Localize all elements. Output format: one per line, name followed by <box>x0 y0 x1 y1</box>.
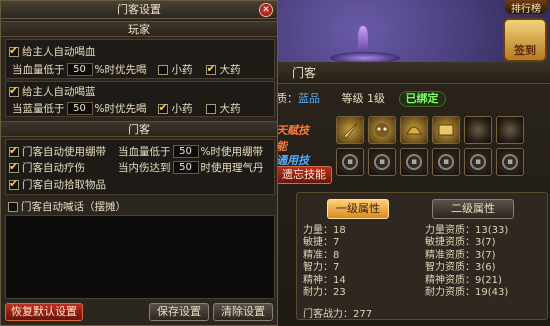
shout-message-textarea[interactable] <box>5 215 275 299</box>
hp-threshold-row: 当血量低于 50 %时优先喝 小药 大药 <box>12 62 240 77</box>
empty-skill-slot[interactable] <box>464 116 492 144</box>
mp-threshold-input[interactable]: 50 <box>66 102 93 115</box>
hp-auto-checkbox[interactable] <box>9 44 19 57</box>
mk-heal-checkbox[interactable] <box>9 160 19 173</box>
locked-skill-slot[interactable]: ▪ <box>336 148 364 176</box>
attribute-row: 智力：7 <box>303 262 340 274</box>
helmet-icon <box>406 126 422 135</box>
beast-icon <box>375 123 389 137</box>
talent-skill-slot[interactable] <box>400 116 428 144</box>
mk-panel-title: 门客 <box>276 62 550 84</box>
lock-icon: ▪ <box>342 154 358 170</box>
dialog-title: 门客设置 <box>1 1 277 19</box>
mk-bandage-option[interactable]: 门客自动使用绷带 <box>9 144 106 159</box>
quality-label: 质： <box>276 92 298 105</box>
lock-icon: ▪ <box>438 154 454 170</box>
signin-event-icon[interactable]: 签到 <box>503 18 547 62</box>
aptitude-row: 耐力资质：19(43) <box>425 287 509 299</box>
attribute-row: 力量：18 <box>303 225 346 236</box>
mk-bandage-threshold-row: 当血量低于 50 %时使用绷带 <box>118 145 263 158</box>
level-label: 等级 <box>341 92 364 105</box>
attribute-row: 精准：8 <box>303 249 340 261</box>
tab-primary-attributes[interactable]: 一级属性 <box>327 199 389 219</box>
lock-icon: ▪ <box>470 154 486 170</box>
talent-skill-row <box>336 116 524 144</box>
mp-small-potion-checkbox[interactable] <box>158 101 169 114</box>
talent-skill-slot[interactable] <box>336 116 364 144</box>
mp-threshold-row: 当蓝量低于 50 %时优先喝 小药 大药 <box>12 101 240 116</box>
combat-power: 门客战力：277 <box>303 309 373 320</box>
mk-pickup-option[interactable]: 门客自动拾取物品 <box>9 177 106 192</box>
mk-settings-dialog: 门客设置 ✕ 玩家 给主人自动喝血 当血量低于 50 %时优先喝 小药 大药 给… <box>0 0 278 326</box>
save-settings-button[interactable]: 保存设置 <box>149 303 209 321</box>
bind-status-badge: 已绑定 <box>398 91 446 107</box>
tab-secondary-attributes[interactable]: 二级属性 <box>432 199 514 219</box>
hp-auto-option[interactable]: 给主人自动喝血 <box>9 44 96 59</box>
mk-shout-checkbox[interactable] <box>8 201 18 212</box>
aptitude-list: 力量资质：13(33) 敏捷资质：3(7) 精准资质：3(7) 智力资质：3(6… <box>425 225 508 299</box>
mk-heal-option[interactable]: 门客自动疗伤 <box>9 160 85 175</box>
locked-skill-slot[interactable]: ▪ <box>400 148 428 176</box>
attribute-row: 敏捷：7 <box>303 237 340 249</box>
mk-pickup-checkbox[interactable] <box>9 177 19 190</box>
locked-skill-slot[interactable]: ▪ <box>496 148 524 176</box>
hp-option-box: 给主人自动喝血 当血量低于 50 %时优先喝 小药 大药 <box>5 39 275 79</box>
primary-attribute-list: 力量：18 敏捷：7 精准：8 智力：7 精神：14 耐力：23 <box>303 225 346 299</box>
hp-big-potion-checkbox[interactable] <box>206 62 217 75</box>
scroll-icon <box>438 124 454 136</box>
aptitude-row: 力量资质：13(33) <box>425 225 509 236</box>
mk-heal-threshold-row: 当内伤达到 50 时使用理气丹 <box>118 161 264 174</box>
mk-bandage-checkbox[interactable] <box>9 144 19 157</box>
mp-auto-option[interactable]: 给主人自动喝蓝 <box>9 84 96 99</box>
level-value: 1级 <box>367 92 385 105</box>
hp-threshold-input[interactable]: 50 <box>66 63 93 76</box>
mk-info-panel: 门客 质：蓝品 等级 1级 已绑定 天赋技能 通用技能 ▪ ▪ ▪ ▪ ▪ ▪ … <box>275 62 550 326</box>
talent-skill-slot[interactable] <box>368 116 396 144</box>
lock-icon: ▪ <box>374 154 390 170</box>
locked-skill-slot[interactable]: ▪ <box>368 148 396 176</box>
forget-skill-button[interactable]: 遗忘技能 <box>276 166 332 184</box>
general-skill-row: ▪ ▪ ▪ ▪ ▪ ▪ <box>336 148 524 176</box>
talent-skill-label: 天赋技能 <box>276 124 309 153</box>
attribute-row: 精神：14 <box>303 274 346 286</box>
aptitude-row: 精神资质：9(21) <box>425 274 502 286</box>
reset-default-button[interactable]: 恢复默认设置 <box>5 303 83 321</box>
aptitude-row: 精准资质：3(7) <box>425 249 496 261</box>
mk-option-box: 门客自动使用绷带 当血量低于 50 %时使用绷带 门客自动疗伤 当内伤达到 50… <box>5 139 275 195</box>
lock-icon: ▪ <box>502 154 518 170</box>
mk-info-row: 质：蓝品 等级 1级 已绑定 <box>276 90 446 108</box>
mk-heal-threshold-input[interactable]: 50 <box>172 161 199 174</box>
section-player: 玩家 <box>1 21 277 37</box>
mk-shout-option[interactable]: 门客自动喊话（摆摊） <box>8 199 126 214</box>
locked-skill-slot[interactable]: ▪ <box>432 148 460 176</box>
hp-small-potion-checkbox[interactable] <box>158 64 169 75</box>
attribute-row: 耐力：23 <box>303 287 346 299</box>
locked-skill-slot[interactable]: ▪ <box>464 148 492 176</box>
attribute-box: 一级属性 二级属性 力量：18 敏捷：7 精准：8 智力：7 精神：14 耐力：… <box>296 192 548 320</box>
close-icon[interactable]: ✕ <box>259 3 273 17</box>
lock-icon: ▪ <box>406 154 422 170</box>
empty-skill-slot[interactable] <box>496 116 524 144</box>
aptitude-row: 敏捷资质：3(7) <box>425 237 496 249</box>
clear-settings-button[interactable]: 清除设置 <box>213 303 273 321</box>
mp-big-potion-checkbox[interactable] <box>206 103 217 114</box>
ranking-icon[interactable]: 排行榜 <box>505 0 547 15</box>
aptitude-row: 智力资质：3(6) <box>425 262 496 274</box>
mk-bandage-threshold-input[interactable]: 50 <box>172 145 199 158</box>
mp-auto-checkbox[interactable] <box>9 84 19 97</box>
quality-value: 蓝品 <box>298 92 320 105</box>
mp-option-box: 给主人自动喝蓝 当蓝量低于 50 %时优先喝 小药 大药 <box>5 81 275 117</box>
section-mk: 门客 <box>1 121 277 137</box>
mk-shout-box: 门客自动喊话（摆摊） <box>5 197 275 213</box>
talent-skill-slot[interactable] <box>432 116 460 144</box>
sword-icon <box>343 122 358 139</box>
